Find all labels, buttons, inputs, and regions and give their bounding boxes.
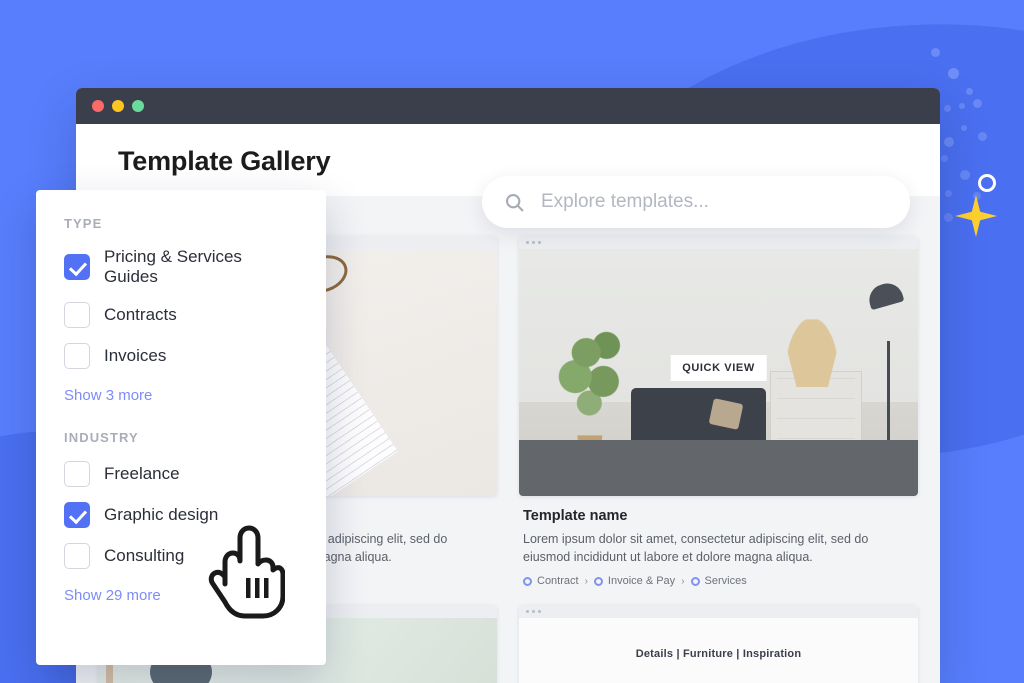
maximize-button[interactable] xyxy=(132,100,144,112)
show-more-industry-link[interactable]: Show 29 more xyxy=(64,587,298,604)
page-title: Template Gallery xyxy=(118,146,331,176)
template-card[interactable]: Details | Furniture | Inspiration xyxy=(519,605,918,683)
decor-dot xyxy=(944,213,953,222)
filter-option-consulting[interactable]: Consulting xyxy=(64,543,298,569)
decor-dot xyxy=(941,155,948,162)
filter-option-label: Graphic design xyxy=(104,505,219,524)
decor-dot xyxy=(978,132,987,141)
decor-dot xyxy=(961,125,967,131)
tag-label: Invoice & Pay xyxy=(607,575,676,588)
card-chrome xyxy=(519,236,918,249)
filter-option-label: Pricing & Services Guides xyxy=(104,247,242,286)
search-input[interactable] xyxy=(539,190,888,214)
tag-label: Services xyxy=(704,575,747,588)
template-card-tags: Contract › Invoice & Pay › Services xyxy=(523,575,914,587)
checkbox-icon[interactable] xyxy=(64,461,90,487)
template-card-preview[interactable]: Details | Furniture | Inspiration xyxy=(519,605,918,683)
filter-panel: TYPE Pricing & Services Guides Contracts… xyxy=(36,190,326,665)
tag-chip[interactable]: Services xyxy=(690,575,747,588)
filter-option-invoices[interactable]: Invoices xyxy=(64,343,298,369)
checkbox-icon[interactable] xyxy=(64,543,90,569)
filter-option-contracts[interactable]: Contracts xyxy=(64,302,298,328)
decor-ring-icon xyxy=(978,174,996,192)
checkbox-icon[interactable] xyxy=(64,302,90,328)
filter-option-label: Consulting xyxy=(104,546,185,565)
decor-dot xyxy=(948,68,959,79)
search-icon xyxy=(504,192,525,213)
tag-chip[interactable]: Contract xyxy=(523,575,579,587)
decor-dot xyxy=(959,103,965,109)
decor-dot xyxy=(973,99,982,108)
card-chrome xyxy=(519,605,918,619)
chevron-right-icon: › xyxy=(681,575,685,587)
checkbox-icon[interactable] xyxy=(64,254,90,280)
template-card-description: Lorem ipsum dolor sit amet, consectetur … xyxy=(523,532,869,565)
template-thumbnail: QUICK VIEW xyxy=(519,249,918,496)
template-card-title: Template name xyxy=(523,508,628,524)
template-card-meta: Template name Lorem ipsum dolor sit amet… xyxy=(519,496,918,587)
filter-option-pricing-services-guides[interactable]: Pricing & Services Guides xyxy=(64,247,298,287)
filter-group-title-industry: INDUSTRY xyxy=(64,430,139,445)
filter-option-label: Contracts xyxy=(104,305,177,324)
filter-option-graphic-design[interactable]: Graphic design xyxy=(64,502,298,528)
checkbox-icon[interactable] xyxy=(64,343,90,369)
template-thumbnail: Details | Furniture | Inspiration xyxy=(519,618,918,683)
close-button[interactable] xyxy=(92,100,104,112)
document-heading: Details | Furniture | Inspiration xyxy=(635,648,802,661)
decor-dot xyxy=(966,88,973,95)
tag-chip[interactable]: Invoice & Pay xyxy=(593,575,676,588)
decor-dot xyxy=(960,170,970,180)
filter-option-label: Invoices xyxy=(104,346,167,365)
search-bar[interactable] xyxy=(482,176,910,228)
decor-dot xyxy=(945,190,952,197)
template-card-preview[interactable]: QUICK VIEW xyxy=(519,236,918,496)
quick-view-button[interactable]: QUICK VIEW xyxy=(670,354,767,381)
minimize-button[interactable] xyxy=(112,100,124,112)
thumbnail-footer-band xyxy=(519,440,918,496)
circle-icon xyxy=(690,576,700,586)
filter-option-freelance[interactable]: Freelance xyxy=(64,461,298,487)
circle-icon xyxy=(593,576,603,586)
chevron-right-icon: › xyxy=(584,575,588,587)
show-more-type-link[interactable]: Show 3 more xyxy=(64,387,298,404)
circle-icon xyxy=(523,576,532,586)
thumbnail-art-document: Details | Furniture | Inspiration xyxy=(519,618,918,683)
window-titlebar xyxy=(76,88,940,124)
template-card[interactable]: QUICK VIEW Template name Lorem ipsum dol… xyxy=(519,236,918,587)
decor-dot xyxy=(944,137,954,147)
decor-dot xyxy=(973,192,981,200)
filter-option-label: Freelance xyxy=(104,464,180,483)
filter-group-title-type: TYPE xyxy=(64,216,103,231)
checkbox-icon[interactable] xyxy=(64,502,90,528)
decor-dot xyxy=(944,105,951,112)
decor-dot xyxy=(931,48,940,57)
tag-label: Contract xyxy=(537,575,579,588)
